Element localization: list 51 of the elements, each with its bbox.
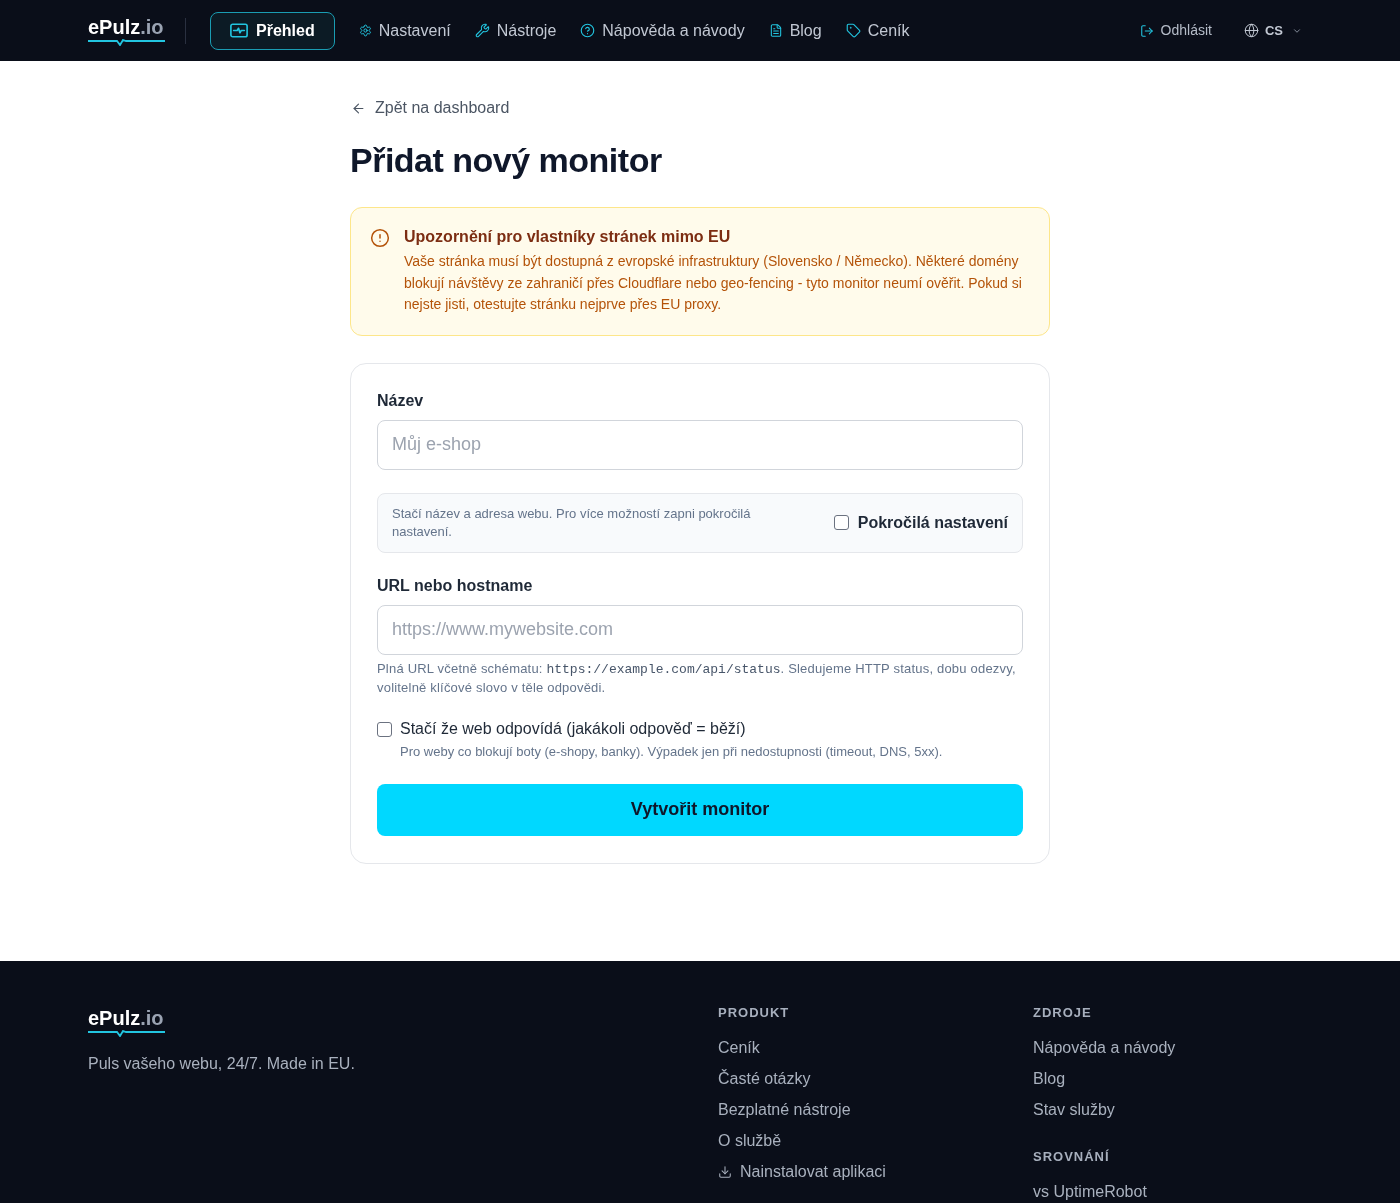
footer-link[interactable]: Bezplatné nástroje (718, 1100, 851, 1120)
create-monitor-button[interactable]: Vytvořit monitor (377, 783, 1023, 836)
help-text: Plná URL včetně schématu: https://example.com/api/status. Sledujeme HTTP status, dobu odezvy, volitelně klíčové slovo v těle odpovědi. (377, 659, 1017, 697)
nav-tab[interactable]: Nastavení (358, 11, 451, 50)
url-input[interactable]: https://www.mywebsite.com (377, 604, 1023, 655)
footer-link[interactable]: Nápověda a návody (1033, 1038, 1176, 1058)
hint-text: Stačí název a adresa webu. Pro více možností zapni pokročilá nastavení. (392, 504, 752, 541)
footer-heading: PRODUKT (718, 1005, 791, 1021)
wrench-icon (474, 23, 490, 38)
logo-text[interactable]: ePulz.io (88, 1007, 164, 1029)
footer-link[interactable]: Časté otázky (718, 1069, 811, 1089)
pulse-underline-icon (88, 38, 165, 46)
nav-tab[interactable]: Nápověda a návody (580, 11, 745, 50)
name-input[interactable]: Můj e-shop (377, 419, 1023, 470)
checkbox-label[interactable]: Stačí že web odpovídá (jakákoli odpověď = běží) (400, 718, 943, 739)
monitor-pulse-icon (230, 23, 248, 38)
document-icon (768, 23, 783, 38)
nav-tab[interactable]: Ceník (845, 11, 910, 50)
alert-text: Vaše stránka musí být dostupná z evropské infrastruktury (Slovensko / Německo). Některé domény blokují návštěvy ze zahraničí přes Cloudflare nebo geo-fencing - tyto monitor neumí ověřit. Pokud si nejste jisti, otestujte stránku nejprve přes EU proxy. (404, 252, 1023, 314)
tag-icon (845, 23, 861, 38)
pulse-underline-icon (88, 1030, 165, 1037)
footer-heading: SROVNÁNÍ (1033, 1149, 1111, 1165)
download-icon (718, 1165, 732, 1179)
field-label: URL nebo hostname (377, 575, 534, 596)
footer-link[interactable]: Stav služby (1033, 1100, 1115, 1120)
back-link[interactable]: Zpět na dashboard (350, 97, 510, 119)
nav-tab[interactable]: Nástroje (474, 11, 557, 50)
alert-title: Upozornění pro vlastníky stránek mimo EU (404, 227, 732, 247)
install-app-link[interactable]: Nainstalovat aplikaci (718, 1162, 886, 1182)
footer-link[interactable]: Blog (1033, 1069, 1066, 1089)
logout-link[interactable]: Odhlásit (1139, 20, 1212, 41)
logout-icon (1139, 23, 1154, 38)
nav-tab[interactable]: Přehled (210, 11, 335, 50)
tagline: Puls vašeho webu, 24/7. Made in EU. (88, 1054, 355, 1074)
checkbox[interactable] (833, 515, 849, 530)
warning-icon (370, 228, 390, 248)
footer-link[interactable]: O službě (718, 1131, 782, 1151)
globe-icon (1243, 23, 1259, 38)
nav-tab[interactable]: Blog (768, 11, 822, 50)
language-selector[interactable]: CS (1243, 20, 1302, 41)
help-icon (580, 23, 596, 38)
page-title: Přidat nový monitor (350, 140, 663, 180)
footer-link[interactable]: vs UptimeRobot (1033, 1182, 1147, 1202)
field-label: Název (377, 390, 425, 411)
footer-heading: ZDROJE (1033, 1005, 1093, 1021)
checkbox-label[interactable]: Pokročilá nastavení (857, 512, 1008, 533)
footer-link[interactable]: Ceník (718, 1038, 760, 1058)
checkbox-description: Pro weby co blokují boty (e-shopy, banky). Výpadek jen při nedostupnosti (timeout, DNS, 5xx). (400, 742, 943, 761)
logo-text[interactable]: ePulz.io (88, 15, 164, 38)
gear-icon (358, 24, 372, 37)
checkbox[interactable] (377, 721, 392, 737)
